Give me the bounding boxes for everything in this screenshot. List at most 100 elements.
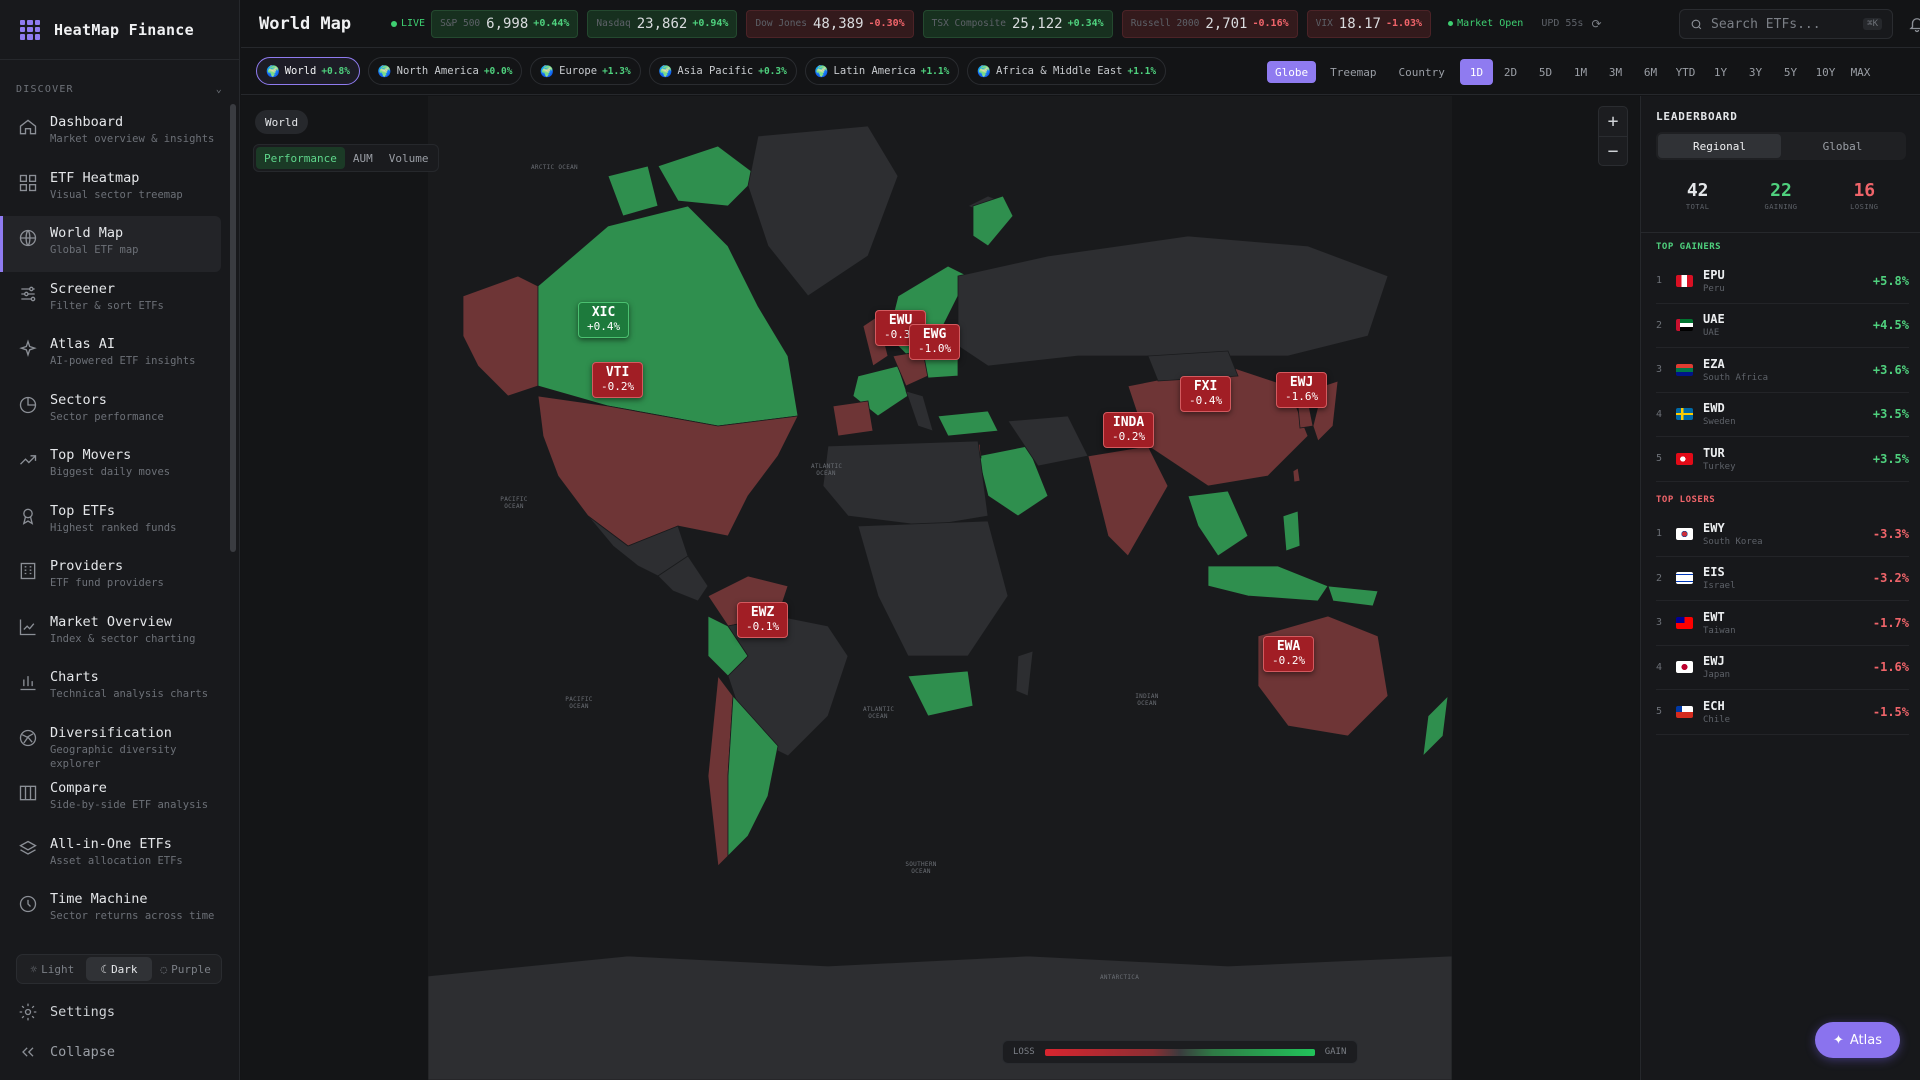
world-map[interactable] (428, 96, 1452, 1080)
region-chip-africa-middle-east[interactable]: 🌍 Africa & Middle East +1.1% (967, 57, 1167, 85)
ticker-nasdaq[interactable]: Nasdaq 23,862 +0.94% (587, 9, 738, 38)
metric-tab-volume[interactable]: Volume (381, 147, 437, 169)
sidebar-item-text: Screener Filter & sort ETFs (50, 280, 164, 313)
etf-label-ticker: INDA (1112, 415, 1145, 430)
etf-label-fxi[interactable]: FXI -0.4% (1180, 376, 1232, 412)
region-chip-world[interactable]: 🌍 World +0.8% (256, 57, 360, 85)
tab-global[interactable]: Global (1781, 134, 1904, 158)
etf-label-xic[interactable]: XIC +0.4% (578, 302, 630, 338)
sidebar-item-label: ETF Heatmap (50, 169, 140, 186)
period-3y-button[interactable]: 3Y (1738, 59, 1773, 85)
period-1y-button[interactable]: 1Y (1703, 59, 1738, 85)
leaderboard-row-ech[interactable]: 5 ECH Chile -1.5% (1656, 690, 1909, 735)
etf-label-ewa[interactable]: EWA -0.2% (1263, 636, 1315, 672)
leaderboard-divider (1641, 232, 1920, 233)
discover-section-header[interactable]: DISCOVER ⌄ (0, 60, 239, 105)
sweden-flag-icon (1676, 408, 1693, 421)
zoom-in-icon[interactable]: + (1599, 107, 1627, 136)
etf-label-inda[interactable]: INDA -0.2% (1103, 412, 1155, 448)
ticker-vix[interactable]: VIX 18.17 -1.03% (1306, 9, 1432, 38)
sidebar-item-top-etfs[interactable]: Top ETFs Highest ranked funds (0, 494, 239, 550)
view-treemap-button[interactable]: Treemap (1322, 61, 1384, 83)
leaderboard-row-tur[interactable]: 5 TUR Turkey +3.5% (1656, 437, 1909, 482)
leaderboard-row-ewy[interactable]: 1 EWY South Korea -3.3% (1656, 512, 1909, 557)
sidebar-item-top-movers[interactable]: Top Movers Biggest daily moves (0, 438, 239, 494)
tab-regional[interactable]: Regional (1658, 134, 1781, 158)
theme-light-button[interactable]: ☼ Light (19, 957, 86, 981)
etf-label-ticker: XIC (591, 305, 616, 320)
atlas-label: Atlas (1849, 1032, 1883, 1048)
zoom-out-icon[interactable]: − (1599, 136, 1627, 165)
leaderboard-row-eis[interactable]: 2 EIS Israel -3.2% (1656, 557, 1909, 601)
period-ytd-button[interactable]: YTD (1668, 59, 1703, 85)
period-6m-button[interactable]: 6M (1633, 59, 1668, 85)
period-1d-button[interactable]: 1D (1460, 59, 1493, 85)
etf-label-ewj[interactable]: EWJ -1.6% (1276, 372, 1328, 408)
leaderboard-row-ewj[interactable]: 4 EWJ Japan -1.6% (1656, 646, 1909, 690)
sidebar-item-market-overview[interactable]: Market Overview Index & sector charting (0, 605, 239, 661)
row-name: UAE UAE (1703, 312, 1725, 338)
period-2d-button[interactable]: 2D (1493, 59, 1528, 85)
collapse-button[interactable]: Collapse (0, 1042, 240, 1062)
sidebar-item-charts[interactable]: Charts Technical analysis charts (0, 660, 239, 716)
sidebar-item-time-machine[interactable]: Time Machine Sector returns across time (0, 882, 239, 938)
etf-label-ewz[interactable]: EWZ -0.1% (737, 602, 789, 638)
sidebar-item-atlas-ai[interactable]: Atlas AI AI-powered ETF insights (0, 327, 239, 383)
theme-dark-button[interactable]: ☾ Dark (85, 957, 153, 981)
etf-label-ewg[interactable]: EWG -1.0% (909, 324, 961, 360)
leaderboard-row-ewt[interactable]: 3 EWT Taiwan -1.7% (1656, 601, 1909, 646)
sidebar-item-etf-heatmap[interactable]: ETF Heatmap Visual sector treemap (0, 161, 239, 217)
country-spain (832, 400, 874, 437)
ticker-russell-2000[interactable]: Russell 2000 2,701 -0.16% (1121, 9, 1298, 38)
metric-tab-aum[interactable]: AUM (345, 147, 381, 169)
page-title: World Map (259, 13, 352, 34)
view-globe-button[interactable]: Globe (1267, 61, 1317, 83)
sidebar-item-screener[interactable]: Screener Filter & sort ETFs (0, 272, 239, 328)
sidebar-scrollbar[interactable] (230, 104, 236, 552)
ticker-s-p-500[interactable]: S&P 500 6,998 +0.44% (431, 9, 579, 38)
region-chip-north-america[interactable]: 🌍 North America +0.0% (367, 57, 523, 85)
sidebar-item-diversification[interactable]: Diversification Geographic diversity expl… (0, 716, 239, 772)
period-5d-button[interactable]: 5D (1528, 59, 1563, 85)
period-1m-button[interactable]: 1M (1563, 59, 1598, 85)
ticker-tsx-composite[interactable]: TSX Composite 25,122 +0.34% (922, 9, 1113, 38)
row-country: Sweden (1703, 417, 1736, 428)
period-5y-button[interactable]: 5Y (1773, 59, 1808, 85)
search-box[interactable]: ⌘K (1679, 9, 1893, 39)
settings-button[interactable]: Settings (0, 1002, 240, 1022)
sidebar-item-subtitle: ETF fund providers (50, 577, 164, 589)
bell-icon[interactable] (1905, 12, 1920, 36)
ticker-dow-jones[interactable]: Dow Jones 48,389 -0.30% (746, 9, 914, 38)
sidebar-item-compare[interactable]: Compare Side-by-side ETF analysis (0, 771, 239, 827)
leaderboard-row-eza[interactable]: 3 EZA South Africa +3.6% (1656, 348, 1909, 393)
etf-label-vti[interactable]: VTI -0.2% (592, 362, 644, 398)
leaderboard-row-uae[interactable]: 2 UAE UAE +4.5% (1656, 304, 1909, 348)
metric-tab-performance[interactable]: Performance (256, 147, 345, 169)
refresh-icon[interactable]: ⟳ (1591, 17, 1601, 31)
leaderboard-row-ewd[interactable]: 4 EWD Sweden +3.5% (1656, 393, 1909, 437)
period-max-button[interactable]: MAX (1843, 59, 1878, 85)
sidebar-item-world-map[interactable]: World Map Global ETF map (0, 216, 221, 272)
region-chip-latin-america[interactable]: 🌍 Latin America +1.1% (804, 57, 960, 85)
japan-flag-icon (1676, 661, 1693, 674)
row-name: EPU Peru (1703, 268, 1725, 294)
sidebar-item-sectors[interactable]: Sectors Sector performance (0, 383, 239, 439)
search-input[interactable] (1711, 16, 1831, 32)
sidebar-item-all-in-one-etfs[interactable]: All-in-One ETFs Asset allocation ETFs (0, 827, 239, 883)
scope-tag[interactable]: World (255, 110, 309, 134)
ticker-name: VIX (1315, 18, 1333, 29)
leaderboard-row-epu[interactable]: 1 EPU Peru +5.8% (1656, 259, 1909, 304)
region-chip-asia-pacific[interactable]: 🌍 Asia Pacific +0.3% (648, 57, 797, 85)
period-10y-button[interactable]: 10Y (1808, 59, 1843, 85)
atlas-ai-button[interactable]: ✦ Atlas (1815, 1022, 1900, 1058)
sidebar-item-dashboard[interactable]: Dashboard Market overview & insights (0, 105, 239, 161)
sidebar-item-providers[interactable]: Providers ETF fund providers (0, 549, 239, 605)
sidebar-item-label: Time Machine (50, 891, 148, 907)
view-country-button[interactable]: Country (1390, 61, 1452, 83)
brand[interactable]: HeatMap Finance (0, 0, 239, 60)
row-ticker: EZA (1703, 356, 1725, 371)
theme-purple-button[interactable]: ◌ Purple (152, 957, 219, 981)
sidebar-item-text: Dashboard Market overview & insights (50, 113, 214, 146)
period-3m-button[interactable]: 3M (1598, 59, 1633, 85)
region-chip-europe[interactable]: 🌍 Europe +1.3% (530, 57, 641, 85)
